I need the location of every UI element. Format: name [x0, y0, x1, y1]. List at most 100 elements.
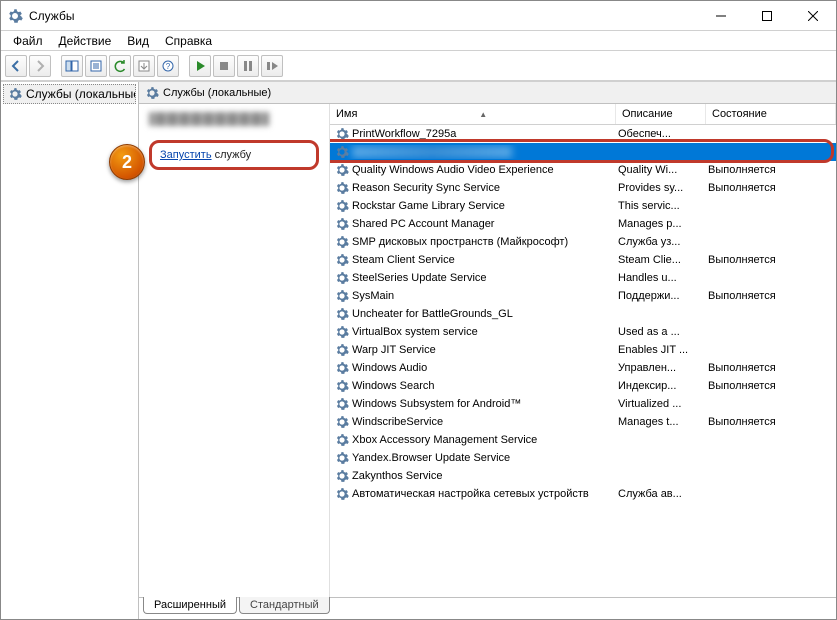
minimize-button[interactable] [698, 1, 744, 31]
back-button[interactable] [5, 55, 27, 77]
help-button[interactable]: ? [157, 55, 179, 77]
export-button[interactable] [133, 55, 155, 77]
table-row[interactable]: Warp JIT ServiceEnables JIT ... [330, 341, 836, 359]
service-status: Выполняется [706, 416, 836, 428]
service-name: WindscribeService [352, 416, 443, 428]
table-row[interactable]: Автоматическая настройка сетевых устройс… [330, 485, 836, 503]
service-description: Индексир... [616, 380, 706, 392]
gear-icon [335, 325, 349, 339]
table-row[interactable]: Windows Subsystem for Android™Virtualize… [330, 395, 836, 413]
table-row[interactable]: Zakynthos Service [330, 467, 836, 485]
table-row[interactable]: PrintWorkflow_7295aОбеспеч... [330, 125, 836, 143]
properties-button[interactable] [85, 55, 107, 77]
list-rows[interactable]: 1 PrintWorkflow_7295aОбеспеч...Quality W… [330, 125, 836, 597]
restart-service-button[interactable] [261, 55, 283, 77]
pane-header-label: Службы (локальные) [163, 87, 271, 99]
tree-root-label: Службы (локальные) [26, 87, 136, 101]
gear-icon [335, 127, 349, 141]
service-name: Windows Search [352, 380, 435, 392]
service-name: Zakynthos Service [352, 470, 442, 482]
service-description: Quality Wi... [616, 164, 706, 176]
service-name: PrintWorkflow_7295a [352, 128, 456, 140]
pause-service-button[interactable] [237, 55, 259, 77]
menu-view[interactable]: Вид [119, 33, 157, 49]
table-row[interactable]: SteelSeries Update ServiceHandles u... [330, 269, 836, 287]
details-panel: Запустить службу 2 [139, 104, 329, 597]
column-name[interactable]: Имя ▲ [330, 104, 616, 124]
close-button[interactable] [790, 1, 836, 31]
gear-icon [335, 253, 349, 267]
svg-text:?: ? [166, 62, 171, 71]
column-description[interactable]: Описание [616, 104, 706, 124]
maximize-button[interactable] [744, 1, 790, 31]
annotation-box-2: Запустить службу [149, 140, 319, 170]
table-row[interactable]: WindscribeServiceManages t...Выполняется [330, 413, 836, 431]
gear-icon [335, 145, 349, 159]
table-row[interactable]: SysMainПоддержи...Выполняется [330, 287, 836, 305]
table-row[interactable]: Yandex.Browser Update Service [330, 449, 836, 467]
start-service-text: службу [212, 149, 252, 161]
stop-service-button[interactable] [213, 55, 235, 77]
service-name: Yandex.Browser Update Service [352, 452, 510, 464]
service-name: Reason Security Sync Service [352, 182, 500, 194]
sort-indicator-icon: ▲ [479, 110, 487, 119]
tree-root-services[interactable]: Службы (локальные) [3, 84, 136, 104]
gear-icon [335, 415, 349, 429]
table-row[interactable]: Steam Client ServiceSteam Clie...Выполня… [330, 251, 836, 269]
window-title: Службы [29, 9, 698, 23]
service-name-obscured [149, 112, 269, 126]
gear-icon [335, 271, 349, 285]
table-row[interactable]: Quality Windows Audio Video ExperienceQu… [330, 161, 836, 179]
service-name: SysMain [352, 290, 394, 302]
column-status[interactable]: Состояние [706, 104, 836, 124]
service-status: Выполняется [706, 290, 836, 302]
service-name: Автоматическая настройка сетевых устройс… [352, 488, 589, 500]
service-name: Shared PC Account Manager [352, 218, 494, 230]
service-description: Handles u... [616, 272, 706, 284]
gear-icon [335, 289, 349, 303]
table-row[interactable]: Reason Security Sync Service Provides sy.… [330, 179, 836, 197]
service-name: Windows Audio [352, 362, 427, 374]
table-row[interactable]: Windows SearchИндексир...Выполняется [330, 377, 836, 395]
table-row[interactable]: Windows Audio Управлен...Выполняется [330, 359, 836, 377]
start-service-link[interactable]: Запустить [160, 149, 212, 161]
table-row[interactable]: SMP дисковых пространств (Майкрософт)Слу… [330, 233, 836, 251]
service-name: Uncheater for BattleGrounds_GL [352, 308, 513, 320]
service-description: Служба уз... [616, 236, 706, 248]
service-description: Provides sy... [616, 182, 706, 194]
table-row[interactable]: VirtualBox system serviceUsed as a ... [330, 323, 836, 341]
table-row[interactable]: Rockstar Game Library ServiceThis servic… [330, 197, 836, 215]
refresh-button[interactable] [109, 55, 131, 77]
service-description: Enables JIT ... [616, 344, 706, 356]
gear-icon [335, 343, 349, 357]
gear-icon [335, 307, 349, 321]
menubar: Файл Действие Вид Справка [1, 31, 836, 51]
gear-icon [335, 235, 349, 249]
table-row[interactable]: Xbox Accessory Management Service [330, 431, 836, 449]
service-status: Выполняется [706, 362, 836, 374]
service-status: Выполняется [706, 254, 836, 266]
menu-action[interactable]: Действие [51, 33, 120, 49]
service-status: Выполняется [706, 164, 836, 176]
tab-extended[interactable]: Расширенный [143, 597, 237, 614]
service-description: Manages p... [616, 218, 706, 230]
forward-button[interactable] [29, 55, 51, 77]
menu-help[interactable]: Справка [157, 33, 220, 49]
table-row[interactable]: Shared PC Account Manager Manages p... [330, 215, 836, 233]
table-row[interactable] [330, 143, 836, 161]
services-app-icon [7, 8, 23, 24]
start-service-button[interactable] [189, 55, 211, 77]
gear-icon [335, 199, 349, 213]
menu-file[interactable]: Файл [5, 33, 51, 49]
show-hide-button[interactable] [61, 55, 83, 77]
service-name: VirtualBox system service [352, 326, 478, 338]
service-description: Управлен... [616, 362, 706, 374]
gear-icon [335, 163, 349, 177]
tab-standard[interactable]: Стандартный [239, 597, 330, 614]
view-tabs: Расширенный Стандартный [139, 597, 836, 619]
gear-icon [335, 487, 349, 501]
service-name: Rockstar Game Library Service [352, 200, 505, 212]
titlebar: Службы [1, 1, 836, 31]
service-list: Имя ▲ Описание Состояние 1 PrintWorkflow… [329, 104, 836, 597]
table-row[interactable]: Uncheater for BattleGrounds_GL [330, 305, 836, 323]
